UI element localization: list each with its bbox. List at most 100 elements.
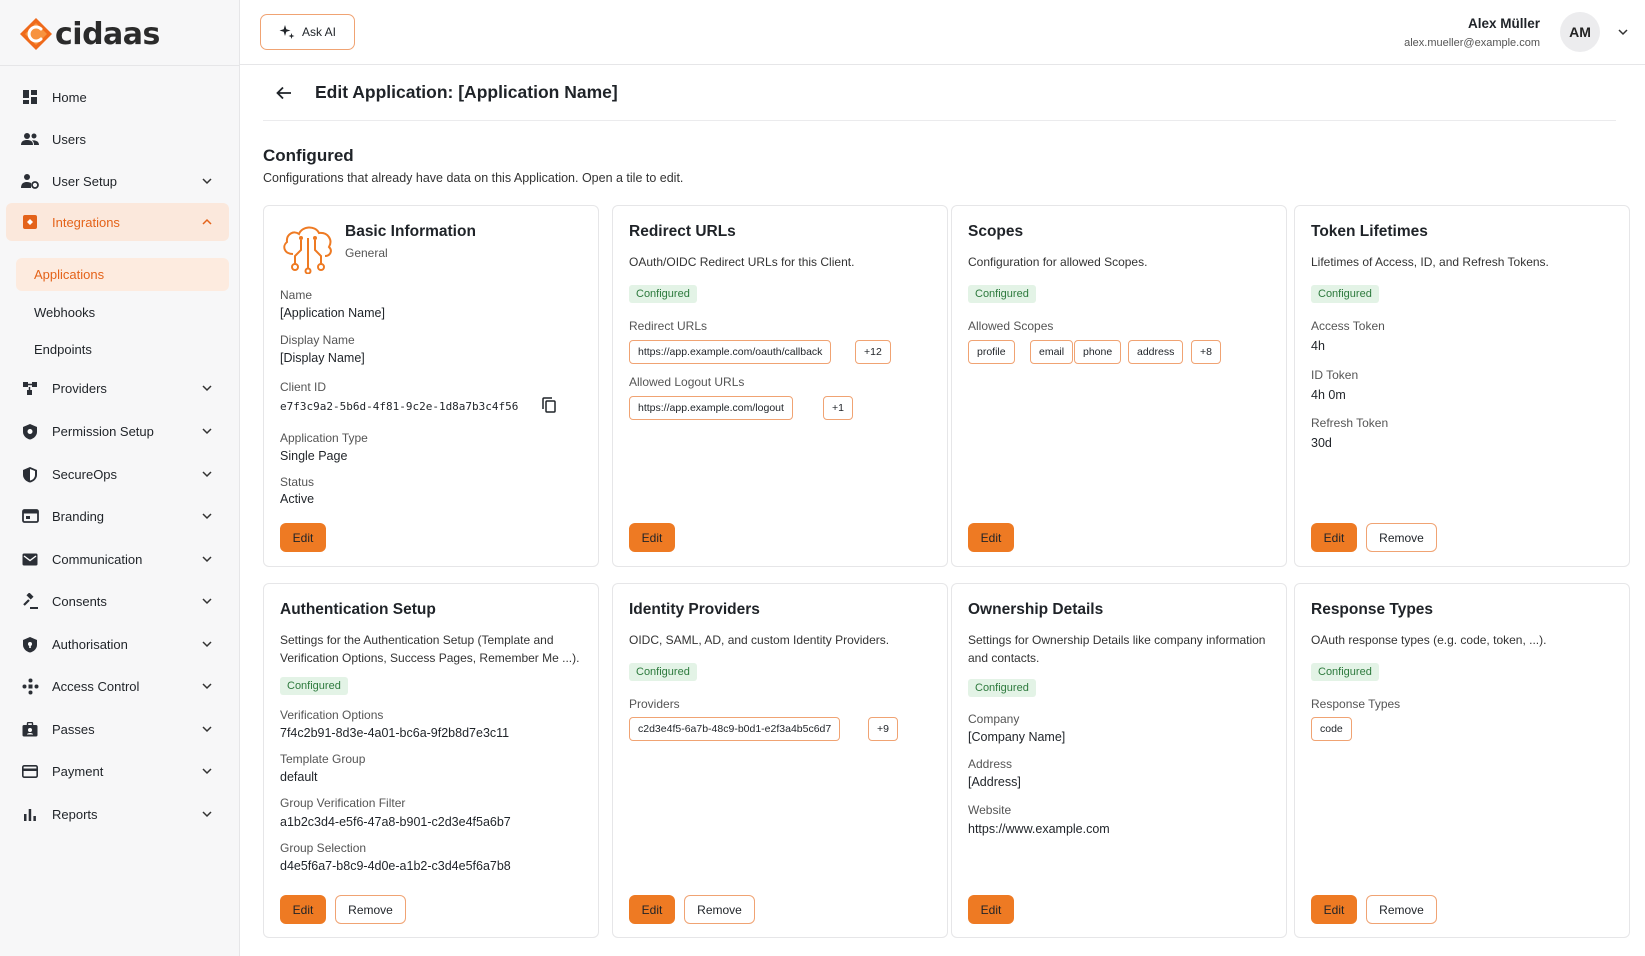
sidebar: cidaas Home Users User Setup Integration… — [0, 0, 240, 956]
remove-button[interactable]: Remove — [1366, 895, 1437, 924]
card-title: Scopes — [968, 223, 1024, 240]
display-name-value: [Display Name] — [280, 351, 365, 365]
page-header: Edit Application: [Application Name] — [263, 72, 1616, 121]
card-identity-providers[interactable]: Identity Providers OIDC, SAML, AD, and c… — [612, 583, 948, 938]
card-title: Response Types — [1311, 601, 1434, 618]
card-description: OAuth/OIDC Redirect URLs for this Client… — [629, 255, 855, 269]
sidebar-item-payment[interactable]: Payment — [6, 752, 229, 790]
status-badge: Configured — [629, 285, 697, 303]
sidebar-subitem-endpoints[interactable]: Endpoints — [16, 333, 229, 366]
more-count-chip[interactable]: +1 — [823, 396, 853, 420]
access-token-value: 4h — [1311, 339, 1325, 353]
card-scopes[interactable]: Scopes Configuration for allowed Scopes.… — [951, 205, 1287, 567]
company-value: [Company Name] — [968, 730, 1066, 744]
chevron-down-icon — [202, 178, 212, 185]
sidebar-item-users[interactable]: Users — [6, 120, 229, 158]
cidaas-logo[interactable]: cidaas — [18, 15, 160, 53]
sidebar-item-permission-setup[interactable]: Permission Setup — [6, 412, 229, 450]
sidebar-item-home[interactable]: Home — [6, 78, 229, 116]
more-count-chip[interactable]: +8 — [1191, 340, 1221, 364]
remove-button[interactable]: Remove — [335, 895, 406, 924]
scope-chip[interactable]: phone — [1074, 340, 1122, 364]
application-type-value: Single Page — [280, 449, 348, 463]
edit-button[interactable]: Edit — [280, 523, 326, 552]
card-title: Basic Information — [345, 223, 476, 240]
sidebar-item-label: User Setup — [52, 173, 118, 189]
field-label: Access Token — [1311, 319, 1385, 333]
sidebar-item-integrations[interactable]: Integrations — [6, 203, 229, 241]
card-token-lifetimes[interactable]: Token Lifetimes Lifetimes of Access, ID,… — [1294, 205, 1630, 567]
card-redirect-urls[interactable]: Redirect URLs OAuth/OIDC Redirect URLs f… — [612, 205, 948, 567]
edit-button[interactable]: Edit — [968, 523, 1014, 552]
top-bar: Ask AI Alex Müller alex.mueller@example.… — [240, 0, 1645, 65]
chevron-up-icon — [202, 218, 212, 225]
redirect-url-chip[interactable]: https://app.example.com/oauth/callback — [629, 340, 832, 364]
field-label: Providers — [629, 697, 680, 711]
back-arrow-icon[interactable] — [273, 82, 295, 104]
card-ownership-details[interactable]: Ownership Details Settings for Ownership… — [951, 583, 1287, 938]
scope-chip[interactable]: email — [1030, 340, 1074, 364]
access-icon — [20, 676, 40, 696]
scope-chip[interactable]: profile — [968, 340, 1015, 364]
sidebar-item-communication[interactable]: Communication — [6, 540, 229, 578]
edit-button[interactable]: Edit — [280, 895, 326, 924]
application-cloud-icon — [279, 220, 337, 279]
card-authentication-setup[interactable]: Authentication Setup Settings for the Au… — [263, 583, 599, 938]
sidebar-item-user-setup[interactable]: User Setup — [6, 162, 229, 200]
sidebar-item-access-control[interactable]: Access Control — [6, 667, 229, 705]
sidebar-subitem-applications[interactable]: Applications — [16, 258, 229, 291]
section-title: Configured — [263, 146, 354, 165]
chevron-down-icon — [202, 811, 212, 818]
sidebar-item-passes[interactable]: Passes — [6, 710, 229, 748]
sidebar-subitem-webhooks[interactable]: Webhooks — [16, 296, 229, 329]
sidebar-item-authorisation[interactable]: Authorisation — [6, 625, 229, 663]
field-label: Group Verification Filter — [280, 796, 406, 810]
status-badge: Configured — [968, 285, 1036, 303]
remove-button[interactable]: Remove — [1366, 523, 1437, 552]
card-response-types[interactable]: Response Types OAuth response types (e.g… — [1294, 583, 1630, 938]
sidebar-item-reports[interactable]: Reports — [6, 795, 229, 833]
provider-chip[interactable]: c2d3e4f5-6a7b-48c9-b0d1-e2f3a4b5c6d7 — [629, 717, 841, 741]
response-type-chip[interactable]: code — [1311, 717, 1352, 741]
pass-icon — [20, 719, 40, 739]
chevron-down-icon — [202, 641, 212, 648]
sidebar-item-providers[interactable]: Providers — [6, 369, 229, 407]
user-menu-chevron-icon[interactable] — [1615, 24, 1631, 40]
sidebar-item-label: Permission Setup — [52, 423, 154, 439]
scope-chip[interactable]: address — [1128, 340, 1184, 364]
edit-button[interactable]: Edit — [1311, 523, 1357, 552]
more-count-chip[interactable]: +12 — [855, 340, 891, 364]
edit-button[interactable]: Edit — [629, 895, 675, 924]
chevron-down-icon — [202, 556, 212, 563]
application-name-value: [Application Name] — [280, 306, 385, 320]
edit-button[interactable]: Edit — [968, 895, 1014, 924]
user-email: alex.mueller@example.com — [1404, 37, 1540, 49]
more-count-chip[interactable]: +9 — [868, 717, 898, 741]
copy-icon[interactable] — [542, 397, 556, 418]
card-basic-information[interactable]: Basic Information General Name [Applicat… — [263, 205, 599, 567]
status-badge: Configured — [629, 663, 697, 681]
status-badge: Configured — [280, 677, 348, 695]
field-label: Website — [968, 803, 1012, 817]
sidebar-item-consents[interactable]: Consents — [6, 582, 229, 620]
field-label: Application Type — [280, 431, 368, 445]
ask-ai-button[interactable]: Ask AI — [260, 14, 355, 50]
sidebar-item-label: Authorisation — [52, 636, 128, 652]
edit-button[interactable]: Edit — [1311, 895, 1357, 924]
card-title: Ownership Details — [968, 601, 1104, 618]
logout-url-chip[interactable]: https://app.example.com/logout — [629, 396, 793, 420]
logo-text: cidaas — [55, 16, 160, 52]
field-label: Name — [280, 288, 313, 302]
address-value: [Address] — [968, 775, 1021, 789]
remove-button[interactable]: Remove — [684, 895, 755, 924]
sidebar-item-branding[interactable]: Branding — [6, 497, 229, 535]
card-title: Identity Providers — [629, 601, 760, 618]
sidebar-item-secureops[interactable]: SecureOps — [6, 455, 229, 493]
users-icon — [20, 129, 40, 149]
card-description: OAuth response types (e.g. code, token, … — [1311, 633, 1547, 647]
chevron-down-icon — [202, 598, 212, 605]
sidebar-item-label: Integrations — [52, 214, 120, 230]
sidebar-item-label: Consents — [52, 593, 107, 609]
edit-button[interactable]: Edit — [629, 523, 675, 552]
avatar[interactable]: AM — [1560, 12, 1600, 52]
